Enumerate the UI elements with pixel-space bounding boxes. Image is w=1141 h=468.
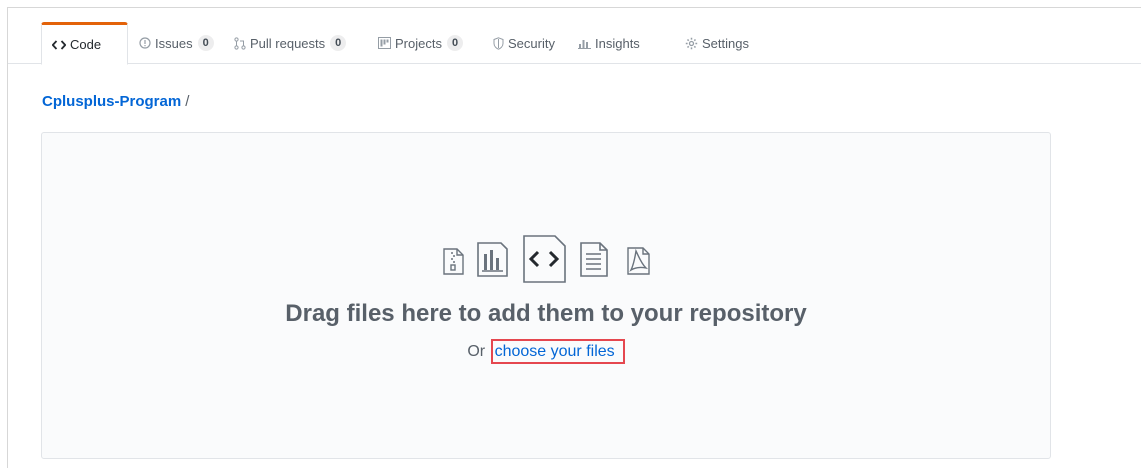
file-chart-icon	[477, 242, 508, 277]
breadcrumb: Cplusplus-Program /	[42, 93, 189, 110]
issue-opened-icon	[139, 37, 151, 49]
file-drop-zone[interactable]	[41, 132, 1051, 459]
issues-count: 0	[197, 35, 214, 51]
tab-issues[interactable]: Issues 0	[139, 22, 214, 64]
choose-files-prefix: Or	[467, 343, 486, 360]
code-icon	[52, 39, 66, 51]
file-code-icon	[523, 235, 566, 283]
pull-requests-count: 0	[330, 35, 347, 51]
tab-security[interactable]: Security	[493, 22, 555, 64]
shield-icon	[493, 36, 504, 50]
window-left-border	[7, 7, 8, 468]
choose-your-files-link[interactable]: choose your files	[490, 339, 625, 364]
graph-icon	[578, 37, 591, 49]
git-pull-request-icon	[234, 36, 246, 50]
tab-settings[interactable]: Settings	[685, 22, 749, 64]
tab-projects-label: Projects	[395, 35, 442, 51]
tab-code[interactable]: Code	[41, 22, 128, 65]
projects-count: 0	[446, 35, 464, 51]
tab-pull-requests-label: Pull requests	[250, 35, 326, 51]
tab-security-label: Security	[508, 35, 555, 51]
repo-nav-tabs: Code Issues 0 Pull requests 0 Projects 0…	[8, 22, 1141, 65]
tab-insights-label: Insights	[595, 35, 640, 51]
file-pdf-icon	[627, 247, 650, 275]
file-text-icon	[580, 242, 608, 277]
file-zip-icon	[443, 248, 464, 275]
tab-projects[interactable]: Projects 0	[378, 22, 464, 64]
repo-link[interactable]: Cplusplus-Program	[42, 93, 181, 110]
tab-code-label: Code	[70, 37, 102, 52]
tab-issues-label: Issues	[155, 35, 193, 51]
tab-pull-requests[interactable]: Pull requests 0	[234, 22, 347, 64]
tab-settings-label: Settings	[702, 35, 749, 51]
drag-files-heading: Drag files here to add them to your repo…	[285, 300, 807, 327]
choose-files-line: Or choose your files	[41, 339, 1051, 364]
project-icon	[378, 37, 391, 49]
gear-icon	[685, 37, 698, 50]
breadcrumb-separator: /	[185, 93, 190, 110]
tab-insights[interactable]: Insights	[578, 22, 640, 64]
window-top-border	[7, 7, 1141, 8]
file-type-icons	[443, 235, 663, 283]
